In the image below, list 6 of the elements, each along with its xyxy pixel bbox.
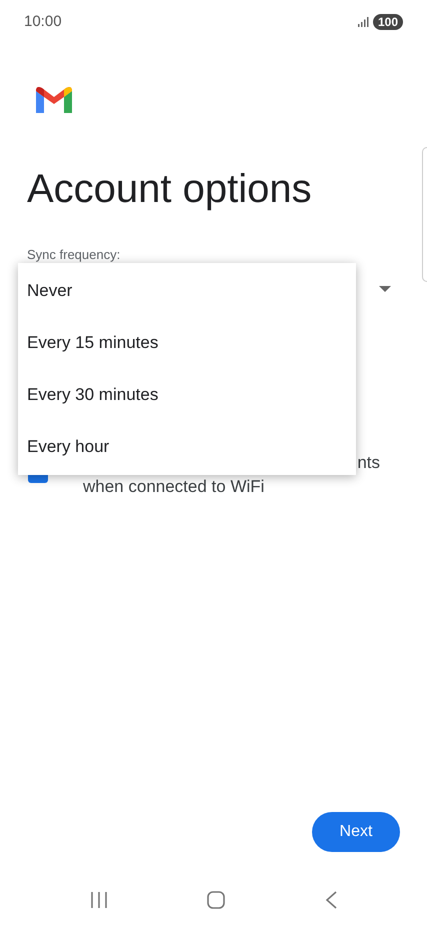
field-label: Sync frequency: xyxy=(27,247,120,262)
battery-level: 100 xyxy=(372,14,403,30)
status-time: 10:00 xyxy=(24,12,62,32)
option-label: when connected to WiFi xyxy=(83,476,266,498)
page-title: Account options xyxy=(27,166,313,213)
option-label-fragment: nts xyxy=(357,452,380,474)
